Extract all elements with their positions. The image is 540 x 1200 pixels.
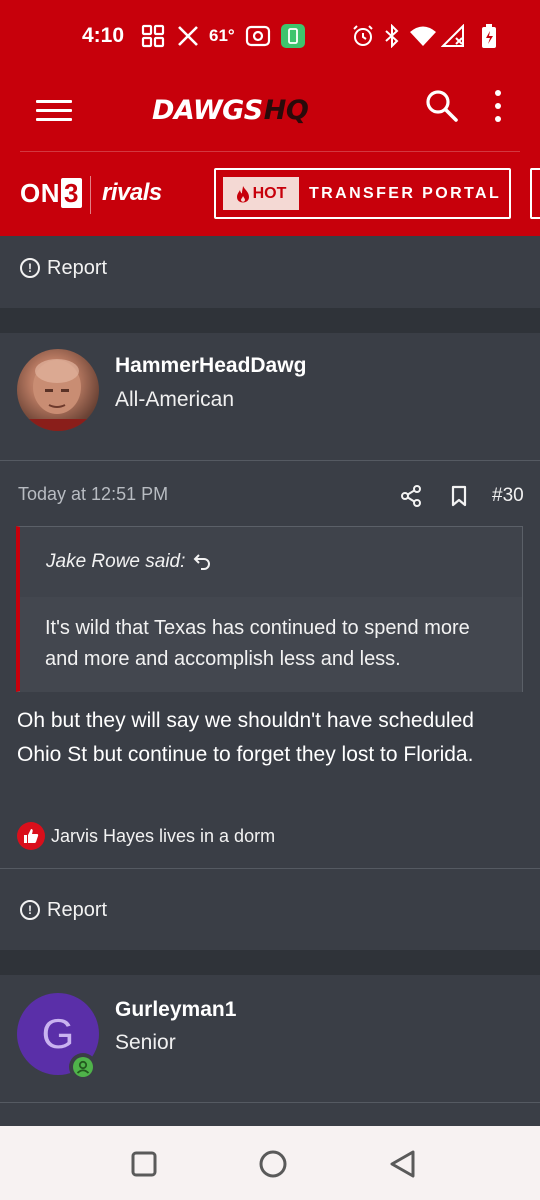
recents-icon[interactable] xyxy=(130,1150,158,1183)
next-nav-item-edge[interactable] xyxy=(530,168,540,219)
post-body: Oh but they will say we shouldn't have s… xyxy=(17,709,474,766)
quote-block: Jake Rowe said: It's wild that Texas has… xyxy=(16,526,523,692)
back-icon[interactable] xyxy=(388,1149,418,1184)
post-author[interactable]: Gurleyman1 xyxy=(115,998,236,1022)
post-divider xyxy=(0,1102,540,1103)
more-options-icon[interactable] xyxy=(490,88,506,124)
site-logo[interactable]: DAWGS HQ xyxy=(152,90,309,130)
battery-icon xyxy=(480,22,498,50)
transfer-portal-label: TRANSFER PORTAL xyxy=(309,184,502,202)
post-number[interactable]: #30 xyxy=(492,485,524,507)
quote-author: Jake Rowe said: xyxy=(46,551,186,572)
flame-icon xyxy=(236,185,249,202)
status-time: 4:10 xyxy=(82,24,125,47)
rivals-logo[interactable]: rivals xyxy=(102,179,162,207)
avatar-letter: G xyxy=(41,1010,75,1057)
post-divider xyxy=(0,460,540,461)
status-temperature: 61° xyxy=(209,26,235,45)
user-avatar[interactable] xyxy=(17,349,99,431)
app-bar: DAWGS HQ xyxy=(0,72,540,152)
report-button[interactable]: ! Report xyxy=(0,236,540,300)
quote-attribution[interactable]: Jake Rowe said: xyxy=(20,527,522,597)
reaction-text: Jarvis Hayes lives in a dorm xyxy=(51,825,276,846)
bluetooth-icon xyxy=(383,22,401,50)
alert-icon: ! xyxy=(20,900,40,920)
report-button[interactable]: ! Report xyxy=(0,876,107,944)
avatar-photo xyxy=(17,359,99,431)
battery-saver-icon xyxy=(280,22,306,50)
status-bar: 4:10 61° xyxy=(0,0,540,72)
grid-icon xyxy=(141,22,165,50)
prev-post-footer: ! Report xyxy=(0,236,540,308)
signal-icon xyxy=(441,22,467,50)
menu-icon[interactable] xyxy=(36,94,72,130)
brand-divider xyxy=(90,176,91,214)
network-bar: ON 3 rivals HOT TRANSFER PORTAL xyxy=(0,160,540,230)
post-footer-divider xyxy=(0,868,540,869)
wifi-icon xyxy=(409,22,437,50)
report-label: Report xyxy=(47,256,108,279)
search-icon[interactable] xyxy=(424,88,460,124)
on3-logo[interactable]: ON 3 xyxy=(20,178,82,209)
like-icon xyxy=(17,822,45,850)
alert-icon: ! xyxy=(20,258,40,278)
record-icon xyxy=(245,22,271,50)
quote-text: It's wild that Texas has continued to sp… xyxy=(20,597,522,692)
report-label: Report xyxy=(47,898,108,921)
author-title: All-American xyxy=(115,388,235,411)
author-title: Senior xyxy=(115,1031,176,1054)
go-to-quote-icon[interactable] xyxy=(193,553,211,571)
reactions-bar[interactable]: Jarvis Hayes lives in a dorm xyxy=(17,822,275,850)
post-author[interactable]: HammerHeadDawg xyxy=(115,354,306,378)
system-nav-bar xyxy=(0,1126,540,1200)
transfer-portal-button[interactable]: HOT TRANSFER PORTAL xyxy=(214,168,511,219)
header-divider xyxy=(20,151,520,152)
bookmark-icon[interactable] xyxy=(447,484,471,508)
x-icon xyxy=(176,22,200,50)
share-icon[interactable] xyxy=(399,484,423,508)
user-avatar[interactable]: G xyxy=(17,993,99,1081)
post-timestamp[interactable]: Today at 12:51 PM xyxy=(18,484,168,505)
home-icon[interactable] xyxy=(258,1149,288,1184)
alarm-icon xyxy=(351,22,375,50)
hot-badge: HOT xyxy=(223,177,299,210)
online-status-icon xyxy=(69,1053,97,1081)
site-header: 4:10 61° DAWGS HQ ON 3 rivals HOT TRANSF… xyxy=(0,0,540,236)
